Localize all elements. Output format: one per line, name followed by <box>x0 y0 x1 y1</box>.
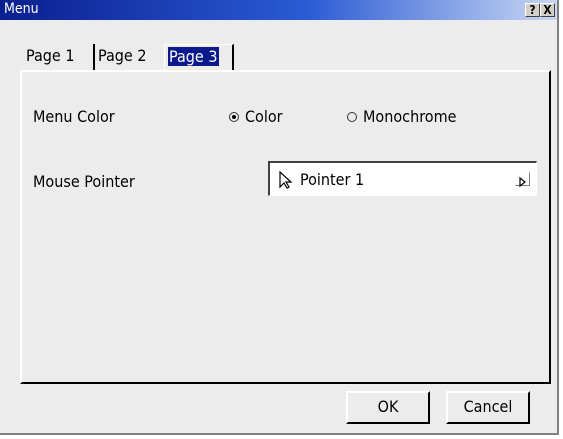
radio-color-label: Color <box>245 107 283 126</box>
tab-page-1-label: Page 1 <box>26 46 75 65</box>
menu-color-label: Menu Color <box>33 107 115 126</box>
menu-window: Menu ? X Page 1 Page 2 Page 3 Menu Color… <box>0 0 559 435</box>
tab-page-3-label: Page 3 <box>168 47 219 66</box>
tab-page-3[interactable]: Page 3 <box>164 44 234 70</box>
mouse-pointer-label: Mouse Pointer <box>33 172 135 191</box>
tab-page-2[interactable]: Page 2 <box>95 44 165 70</box>
radio-unselected-icon <box>347 112 357 122</box>
ok-button[interactable]: OK <box>346 391 430 424</box>
radio-monochrome-label: Monochrome <box>363 107 457 126</box>
pointer-icon <box>279 171 293 189</box>
cancel-button[interactable]: Cancel <box>446 391 530 424</box>
mouse-pointer-select[interactable]: Pointer 1 <box>268 161 537 196</box>
mouse-pointer-value: Pointer 1 <box>300 170 365 189</box>
arrow-right-icon <box>519 176 526 188</box>
close-button[interactable]: X <box>540 3 555 17</box>
tab-page-1[interactable]: Page 1 <box>23 44 95 70</box>
title-bar[interactable]: Menu ? X <box>0 0 557 20</box>
radio-color[interactable]: Color <box>229 107 283 126</box>
window-title: Menu <box>4 1 39 17</box>
help-button[interactable]: ? <box>525 3 540 17</box>
dropdown-arrow-button[interactable] <box>515 172 530 188</box>
radio-monochrome[interactable]: Monochrome <box>347 107 456 126</box>
radio-selected-icon <box>229 112 239 122</box>
tab-page-2-label: Page 2 <box>98 46 147 65</box>
